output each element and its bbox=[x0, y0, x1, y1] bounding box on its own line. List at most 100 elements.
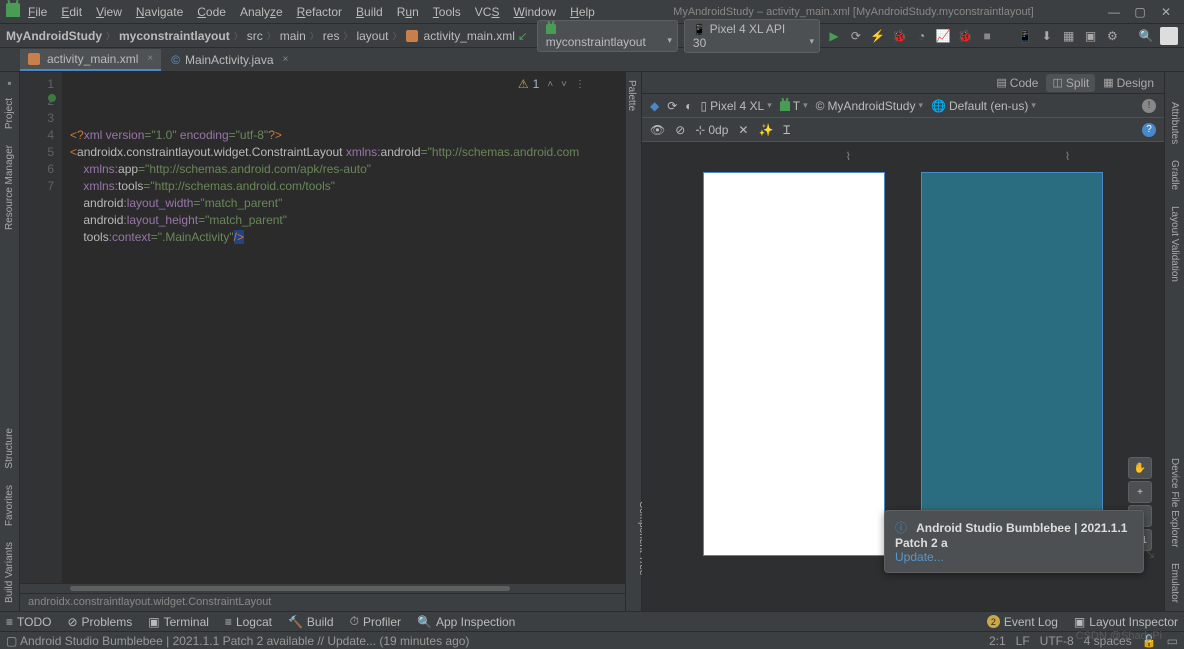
menu-view[interactable]: View bbox=[90, 3, 128, 21]
account-avatar[interactable] bbox=[1160, 27, 1178, 45]
avdmanager-icon[interactable]: 📱 bbox=[1017, 28, 1033, 44]
crumb-src[interactable]: src bbox=[247, 29, 263, 43]
tab-close-icon[interactable]: × bbox=[283, 54, 289, 65]
device-preview-selector[interactable]: ▯ Pixel 4 XL ▾ bbox=[701, 99, 772, 113]
folder-icon[interactable]: ▪ bbox=[7, 76, 11, 90]
design-surface-icon[interactable]: ◆ bbox=[650, 99, 659, 113]
resource-icon[interactable]: ▦ bbox=[1061, 28, 1077, 44]
night-mode-icon[interactable]: ◐ bbox=[685, 99, 692, 113]
tool-device-file-explorer[interactable]: Device File Explorer bbox=[1169, 458, 1180, 547]
tool-structure[interactable]: Structure bbox=[4, 428, 15, 469]
more-icon[interactable]: ⋮ bbox=[575, 76, 585, 93]
layout-inspector-icon[interactable]: ▣ bbox=[1083, 28, 1099, 44]
tool-build-variants[interactable]: Build Variants bbox=[4, 542, 15, 603]
line-separator[interactable]: LF bbox=[1016, 634, 1030, 648]
tool-profiler[interactable]: ⏱ Profiler bbox=[350, 614, 401, 629]
apply-changes-icon[interactable]: ⟳ bbox=[848, 28, 864, 44]
tool-todo[interactable]: ≡ TODO bbox=[6, 615, 51, 629]
device-selector[interactable]: 📱 Pixel 4 XL API 30 bbox=[684, 19, 820, 53]
crumb-module[interactable]: myconstraintlayout bbox=[119, 29, 230, 43]
maximize-button[interactable]: ▢ bbox=[1132, 5, 1148, 19]
menu-file[interactable]: File bbox=[22, 3, 53, 21]
zoom-in-button[interactable]: + bbox=[1128, 481, 1152, 503]
apply-code-icon[interactable]: ⚡ bbox=[870, 28, 886, 44]
attach-debugger-icon[interactable]: 🐞 bbox=[957, 28, 973, 44]
clear-constraints-icon[interactable]: ✕ bbox=[738, 123, 748, 137]
tool-layout-validation[interactable]: Layout Validation bbox=[1169, 206, 1180, 282]
troubleshoot-icon[interactable]: ⚙ bbox=[1104, 28, 1120, 44]
profile-button[interactable]: 📈 bbox=[935, 28, 951, 44]
attributes-panel[interactable]: Attributes bbox=[1169, 102, 1180, 144]
view-code[interactable]: ▤ Code bbox=[990, 74, 1044, 92]
tab-close-icon[interactable]: × bbox=[147, 53, 153, 64]
sync-icon[interactable]: ↙ bbox=[515, 28, 531, 44]
menu-analyze[interactable]: Analyze bbox=[234, 3, 289, 21]
orientation-icon[interactable]: ⟳ bbox=[667, 99, 677, 113]
tool-layout-inspector[interactable]: ▣ Layout Inspector bbox=[1074, 615, 1178, 629]
update-notification[interactable]: ⓘ Android Studio Bumblebee | 2021.1.1 Pa… bbox=[884, 510, 1144, 573]
module-selector[interactable]: myconstraintlayout bbox=[537, 20, 678, 52]
menu-run[interactable]: Run bbox=[391, 3, 425, 21]
search-everywhere-icon[interactable]: 🔍 bbox=[1138, 28, 1154, 44]
info-icon[interactable]: ! bbox=[1142, 99, 1156, 113]
view-split[interactable]: ◫ Split bbox=[1046, 74, 1095, 92]
code-editor[interactable]: ⚠1˄˅⋮ <?xml version="1.0" encoding="utf-… bbox=[62, 72, 625, 583]
tab-activity-main[interactable]: activity_main.xml × bbox=[20, 49, 161, 71]
close-button[interactable]: ✕ bbox=[1158, 5, 1174, 19]
chevron-up-icon[interactable]: ˄ bbox=[547, 76, 553, 93]
infer-constraints-icon[interactable]: ✨ bbox=[758, 123, 773, 137]
sdkmanager-icon[interactable]: ⬇ bbox=[1039, 28, 1055, 44]
scrollbar-thumb[interactable] bbox=[70, 586, 510, 591]
menu-vcs[interactable]: VCS bbox=[469, 3, 506, 21]
design-canvas[interactable]: ⌇ ⌇ ⤡ ✋ + − 1:1 ⓘ Android Studio Bumbleb… bbox=[642, 142, 1164, 611]
tool-logcat[interactable]: ≡ Logcat bbox=[225, 615, 272, 629]
menu-tools[interactable]: Tools bbox=[427, 3, 467, 21]
tool-build[interactable]: 🔨 Build bbox=[288, 615, 334, 629]
tool-emulator[interactable]: Emulator bbox=[1169, 563, 1180, 603]
coverage-icon[interactable]: ◔ bbox=[914, 28, 930, 44]
update-link[interactable]: Update... bbox=[895, 550, 944, 564]
editor-gutter[interactable]: 1 2 3 4 5 6 7 bbox=[20, 72, 62, 583]
view-options-icon[interactable]: 👁 bbox=[650, 123, 665, 137]
tab-mainactivity[interactable]: © MainActivity.java × bbox=[163, 50, 296, 70]
theme-selector[interactable]: T ▾ bbox=[780, 99, 808, 113]
crumb-layout[interactable]: layout bbox=[356, 29, 388, 43]
menu-edit[interactable]: Edit bbox=[55, 3, 88, 21]
run-button[interactable]: ▶ bbox=[826, 28, 842, 44]
menu-navigate[interactable]: Navigate bbox=[130, 3, 189, 21]
crumb-main[interactable]: main bbox=[280, 29, 306, 43]
menu-refactor[interactable]: Refactor bbox=[291, 3, 348, 21]
caret-position[interactable]: 2:1 bbox=[989, 634, 1006, 648]
tool-event-log[interactable]: 2 Event Log bbox=[987, 615, 1058, 629]
blueprint-view-surface[interactable] bbox=[921, 172, 1103, 556]
app-theme-selector[interactable]: © MyAndroidStudy ▾ bbox=[816, 99, 923, 113]
run-gutter-icon[interactable] bbox=[48, 94, 56, 102]
tool-gradle[interactable]: Gradle bbox=[1169, 160, 1180, 190]
palette-panel[interactable]: Palette bbox=[626, 80, 637, 111]
tool-resource-manager[interactable]: Resource Manager bbox=[4, 145, 15, 230]
crumb-file[interactable]: activity_main.xml bbox=[424, 29, 515, 43]
locale-selector[interactable]: 🌐 Default (en-us) ▾ bbox=[931, 99, 1036, 113]
tool-problems[interactable]: ⊘ Problems bbox=[67, 615, 132, 629]
view-design[interactable]: ▦ Design bbox=[1097, 74, 1160, 92]
autoconnect-icon[interactable]: ⊘ bbox=[675, 123, 685, 137]
default-margins[interactable]: ⊹ 0dp bbox=[695, 123, 728, 137]
guidelines-icon[interactable]: Ɪ bbox=[783, 121, 790, 138]
chevron-down-icon[interactable]: ˅ bbox=[561, 76, 567, 93]
minimize-button[interactable]: — bbox=[1106, 5, 1122, 19]
menu-code[interactable]: Code bbox=[191, 3, 232, 21]
debug-button[interactable]: 🐞 bbox=[892, 28, 908, 44]
menu-build[interactable]: Build bbox=[350, 3, 389, 21]
tool-project[interactable]: Project bbox=[4, 98, 15, 129]
file-encoding[interactable]: UTF-8 bbox=[1040, 634, 1074, 648]
mem-indicator-icon[interactable]: ▭ bbox=[1167, 634, 1178, 648]
status-messages[interactable]: ▢ Android Studio Bumblebee | 2021.1.1 Pa… bbox=[6, 634, 469, 648]
design-view-surface[interactable] bbox=[703, 172, 885, 556]
inspection-widget[interactable]: ⚠1˄˅⋮ bbox=[518, 76, 585, 93]
stop-button[interactable]: ■ bbox=[979, 28, 995, 44]
tool-favorites[interactable]: Favorites bbox=[4, 485, 15, 526]
crumb-res[interactable]: res bbox=[323, 29, 340, 43]
horizontal-scrollbar[interactable] bbox=[20, 583, 625, 593]
tool-app-inspection[interactable]: 🔍 App Inspection bbox=[417, 615, 515, 629]
editor-breadcrumb[interactable]: androidx.constraintlayout.widget.Constra… bbox=[20, 593, 625, 611]
